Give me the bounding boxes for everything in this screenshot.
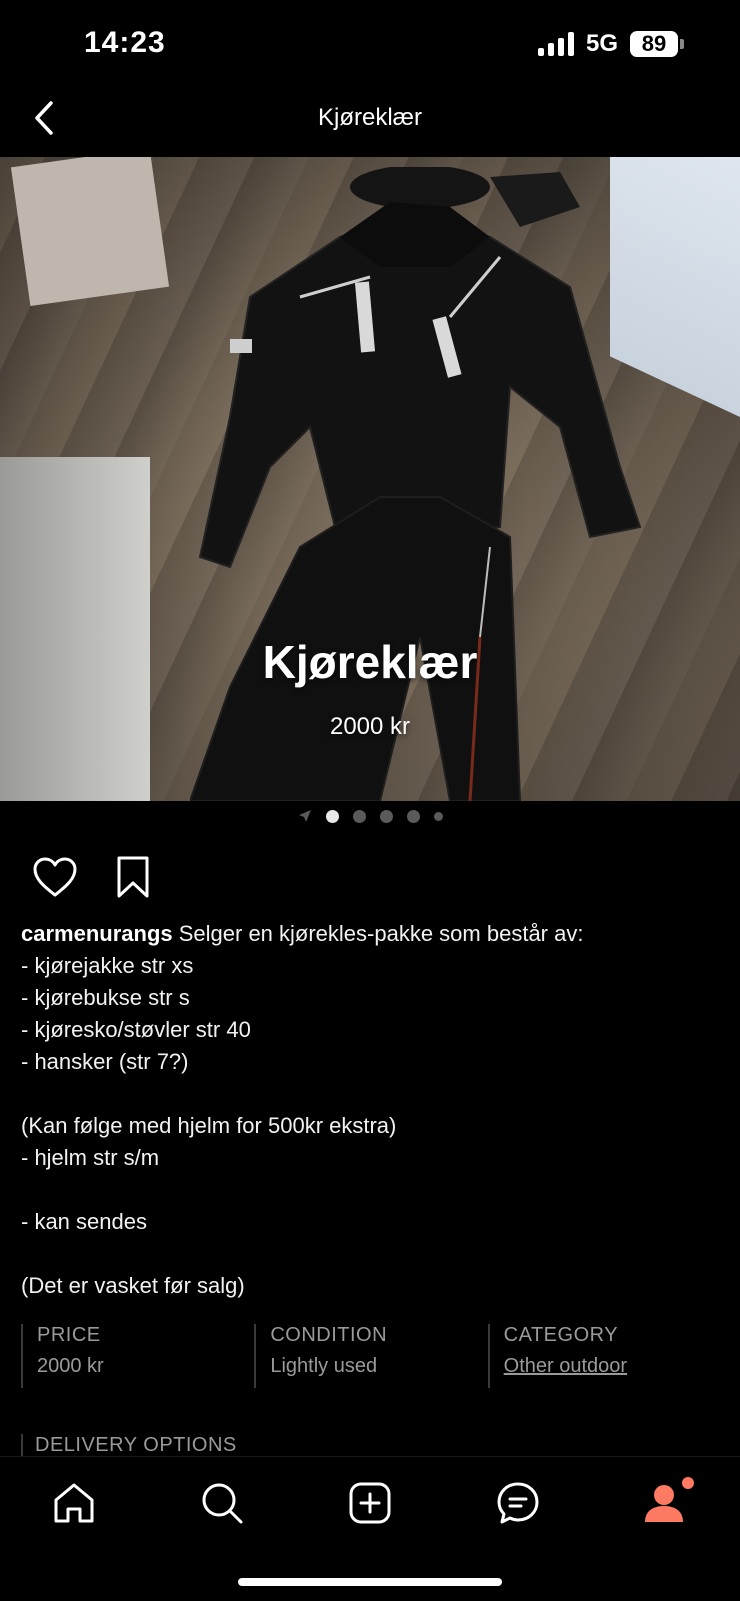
post-description: carmenurangs Selger en kjørekles-pakke s… [21, 918, 721, 1302]
signal-icon [537, 32, 574, 56]
search-icon [202, 1483, 243, 1524]
image-pager [0, 806, 740, 826]
listing-details: PRICE 2000 kr CONDITION Lightly used CAT… [21, 1324, 721, 1388]
tab-home[interactable] [44, 1473, 104, 1533]
location-arrow-icon [298, 810, 311, 822]
username-link[interactable]: carmenurangs [21, 921, 173, 946]
pager-dot[interactable] [433, 811, 443, 821]
category-label: CATEGORY [503, 1324, 619, 1346]
hero-title: Kjøreklær [262, 636, 478, 688]
condition-label: CONDITION [270, 1324, 388, 1346]
home-indicator [238, 1578, 502, 1586]
status-indicators: 5G 89 [537, 30, 684, 58]
messages-icon [497, 1482, 539, 1524]
tab-add[interactable] [340, 1473, 400, 1533]
condition-value: Lightly used [270, 1355, 378, 1377]
pager-dot[interactable] [325, 809, 339, 823]
post-actions [30, 852, 158, 902]
image-cabinet [0, 457, 150, 801]
price-detail: PRICE 2000 kr [21, 1324, 254, 1388]
status-time: 14:23 [84, 26, 166, 59]
heart-icon [33, 857, 77, 897]
home-icon [54, 1483, 94, 1523]
listing-image[interactable]: Kjøreklær 2000 kr [0, 157, 740, 801]
battery-icon: 89 [630, 31, 684, 57]
tab-profile[interactable] [636, 1473, 696, 1533]
image-box [10, 157, 170, 307]
nav-bar: Kjøreklær [0, 90, 740, 156]
price-label: PRICE [37, 1324, 101, 1346]
description-text: Selger en kjørekles-pakke som består av:… [21, 921, 584, 1298]
profile-icon [645, 1485, 683, 1522]
pager-dot[interactable] [352, 809, 366, 823]
condition-detail: CONDITION Lightly used [254, 1324, 487, 1388]
price-value: 2000 kr [37, 1355, 104, 1377]
network-type: 5G [585, 30, 618, 57]
delivery-options-label: DELIVERY OPTIONS [21, 1434, 237, 1456]
category-detail: CATEGORY Other outdoor [487, 1324, 721, 1388]
category-link[interactable]: Other outdoor [504, 1355, 627, 1377]
tab-messages[interactable] [488, 1473, 548, 1533]
pager-dot[interactable] [406, 809, 420, 823]
add-icon [349, 1482, 391, 1524]
status-bar: 14:23 5G 89 [0, 0, 740, 90]
bookmark-icon [117, 856, 149, 898]
like-button[interactable] [30, 852, 80, 902]
hero-price: 2000 kr [329, 713, 411, 740]
motorcycle-gear-illustration [190, 167, 642, 801]
pager-dot[interactable] [379, 809, 393, 823]
page-title: Kjøreklær [317, 104, 422, 131]
battery-level: 89 [630, 31, 678, 57]
notification-badge [682, 1477, 694, 1489]
save-button[interactable] [108, 852, 158, 902]
tab-search[interactable] [192, 1473, 252, 1533]
